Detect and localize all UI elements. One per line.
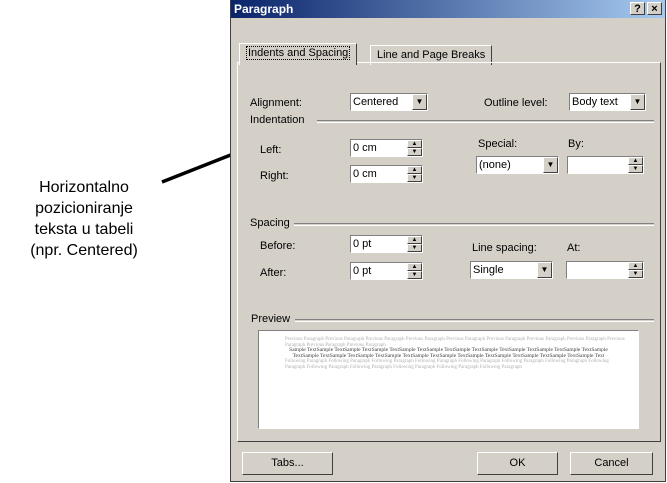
- at-label: At:: [567, 242, 581, 254]
- left-indent-field[interactable]: 0 cm ▲ ▼: [350, 139, 423, 157]
- spinner-icon[interactable]: ▲ ▼: [407, 236, 422, 252]
- chevron-down-icon[interactable]: ▼: [543, 157, 558, 173]
- dialog-titlebar[interactable]: Paragraph ? ×: [231, 0, 665, 18]
- left-indent-label: Left:: [260, 144, 282, 156]
- by-label: By:: [568, 138, 584, 150]
- special-value: (none): [479, 159, 511, 171]
- at-field[interactable]: ▲ ▼: [566, 261, 644, 279]
- cancel-button[interactable]: Cancel: [570, 452, 653, 475]
- spinner-icon[interactable]: ▲ ▼: [407, 166, 422, 182]
- before-field[interactable]: 0 pt ▲ ▼: [350, 235, 423, 253]
- indentation-divider: [317, 120, 654, 123]
- preview-divider: [295, 319, 654, 322]
- spinner-icon[interactable]: ▲ ▼: [407, 263, 422, 279]
- preview-sample-text: Sample TextSample TextSample TextSample …: [289, 347, 608, 359]
- tab-indents-and-spacing[interactable]: Indents and Spacing: [239, 43, 358, 65]
- outline-level-label: Outline level:: [484, 97, 548, 109]
- preview-box: Previous Paragraph Previous Paragraph Pr…: [258, 330, 639, 429]
- chevron-down-icon[interactable]: ▼: [630, 94, 645, 110]
- line-spacing-value: Single: [473, 264, 504, 276]
- spacing-divider: [294, 223, 654, 226]
- alignment-label: Alignment:: [250, 97, 302, 109]
- tabs-button[interactable]: Tabs...: [242, 452, 333, 475]
- tab-label: Indents and Spacing: [246, 46, 351, 60]
- spinner-icon[interactable]: ▲ ▼: [407, 140, 422, 156]
- outline-level-select[interactable]: Body text ▼: [569, 93, 646, 111]
- outline-level-value: Body text: [572, 96, 618, 108]
- after-field[interactable]: 0 pt ▲ ▼: [350, 262, 423, 280]
- preview-group-label: Preview: [251, 313, 291, 325]
- spinner-icon[interactable]: ▲ ▼: [628, 262, 643, 278]
- before-label: Before:: [260, 240, 296, 252]
- right-indent-value: 0 cm: [353, 168, 377, 180]
- line-spacing-select[interactable]: Single ▼: [470, 261, 553, 279]
- right-indent-field[interactable]: 0 cm ▲ ▼: [350, 165, 423, 183]
- spacing-group-label: Spacing: [250, 217, 290, 229]
- chevron-down-icon[interactable]: ▼: [412, 94, 427, 110]
- indentation-group-label: Indentation: [250, 114, 305, 126]
- after-value: 0 pt: [353, 265, 372, 277]
- alignment-value: Centered: [353, 96, 399, 108]
- paragraph-dialog: Paragraph ? × Indents and Spacing Line a…: [230, 0, 666, 482]
- help-button[interactable]: ?: [630, 2, 645, 15]
- after-label: After:: [260, 267, 287, 279]
- right-indent-label: Right:: [260, 170, 289, 182]
- alignment-select[interactable]: Centered ▼: [350, 93, 428, 111]
- spinner-icon[interactable]: ▲ ▼: [628, 157, 643, 173]
- left-indent-value: 0 cm: [353, 142, 377, 154]
- chevron-down-icon[interactable]: ▼: [537, 262, 552, 278]
- line-spacing-label: Line spacing:: [472, 242, 537, 254]
- preview-following-paragraph: Following Paragraph Following Paragraph …: [285, 359, 609, 370]
- dialog-title: Paragraph: [234, 2, 294, 16]
- special-label: Special:: [478, 138, 518, 150]
- before-value: 0 pt: [353, 238, 372, 250]
- close-button[interactable]: ×: [647, 2, 662, 15]
- special-select[interactable]: (none) ▼: [476, 156, 559, 174]
- ok-button[interactable]: OK: [477, 452, 558, 475]
- preview-previous-paragraph: Previous Paragraph Previous Paragraph Pr…: [285, 337, 625, 348]
- by-field[interactable]: ▲ ▼: [567, 156, 644, 174]
- tab-label: Line and Page Breaks: [377, 49, 486, 61]
